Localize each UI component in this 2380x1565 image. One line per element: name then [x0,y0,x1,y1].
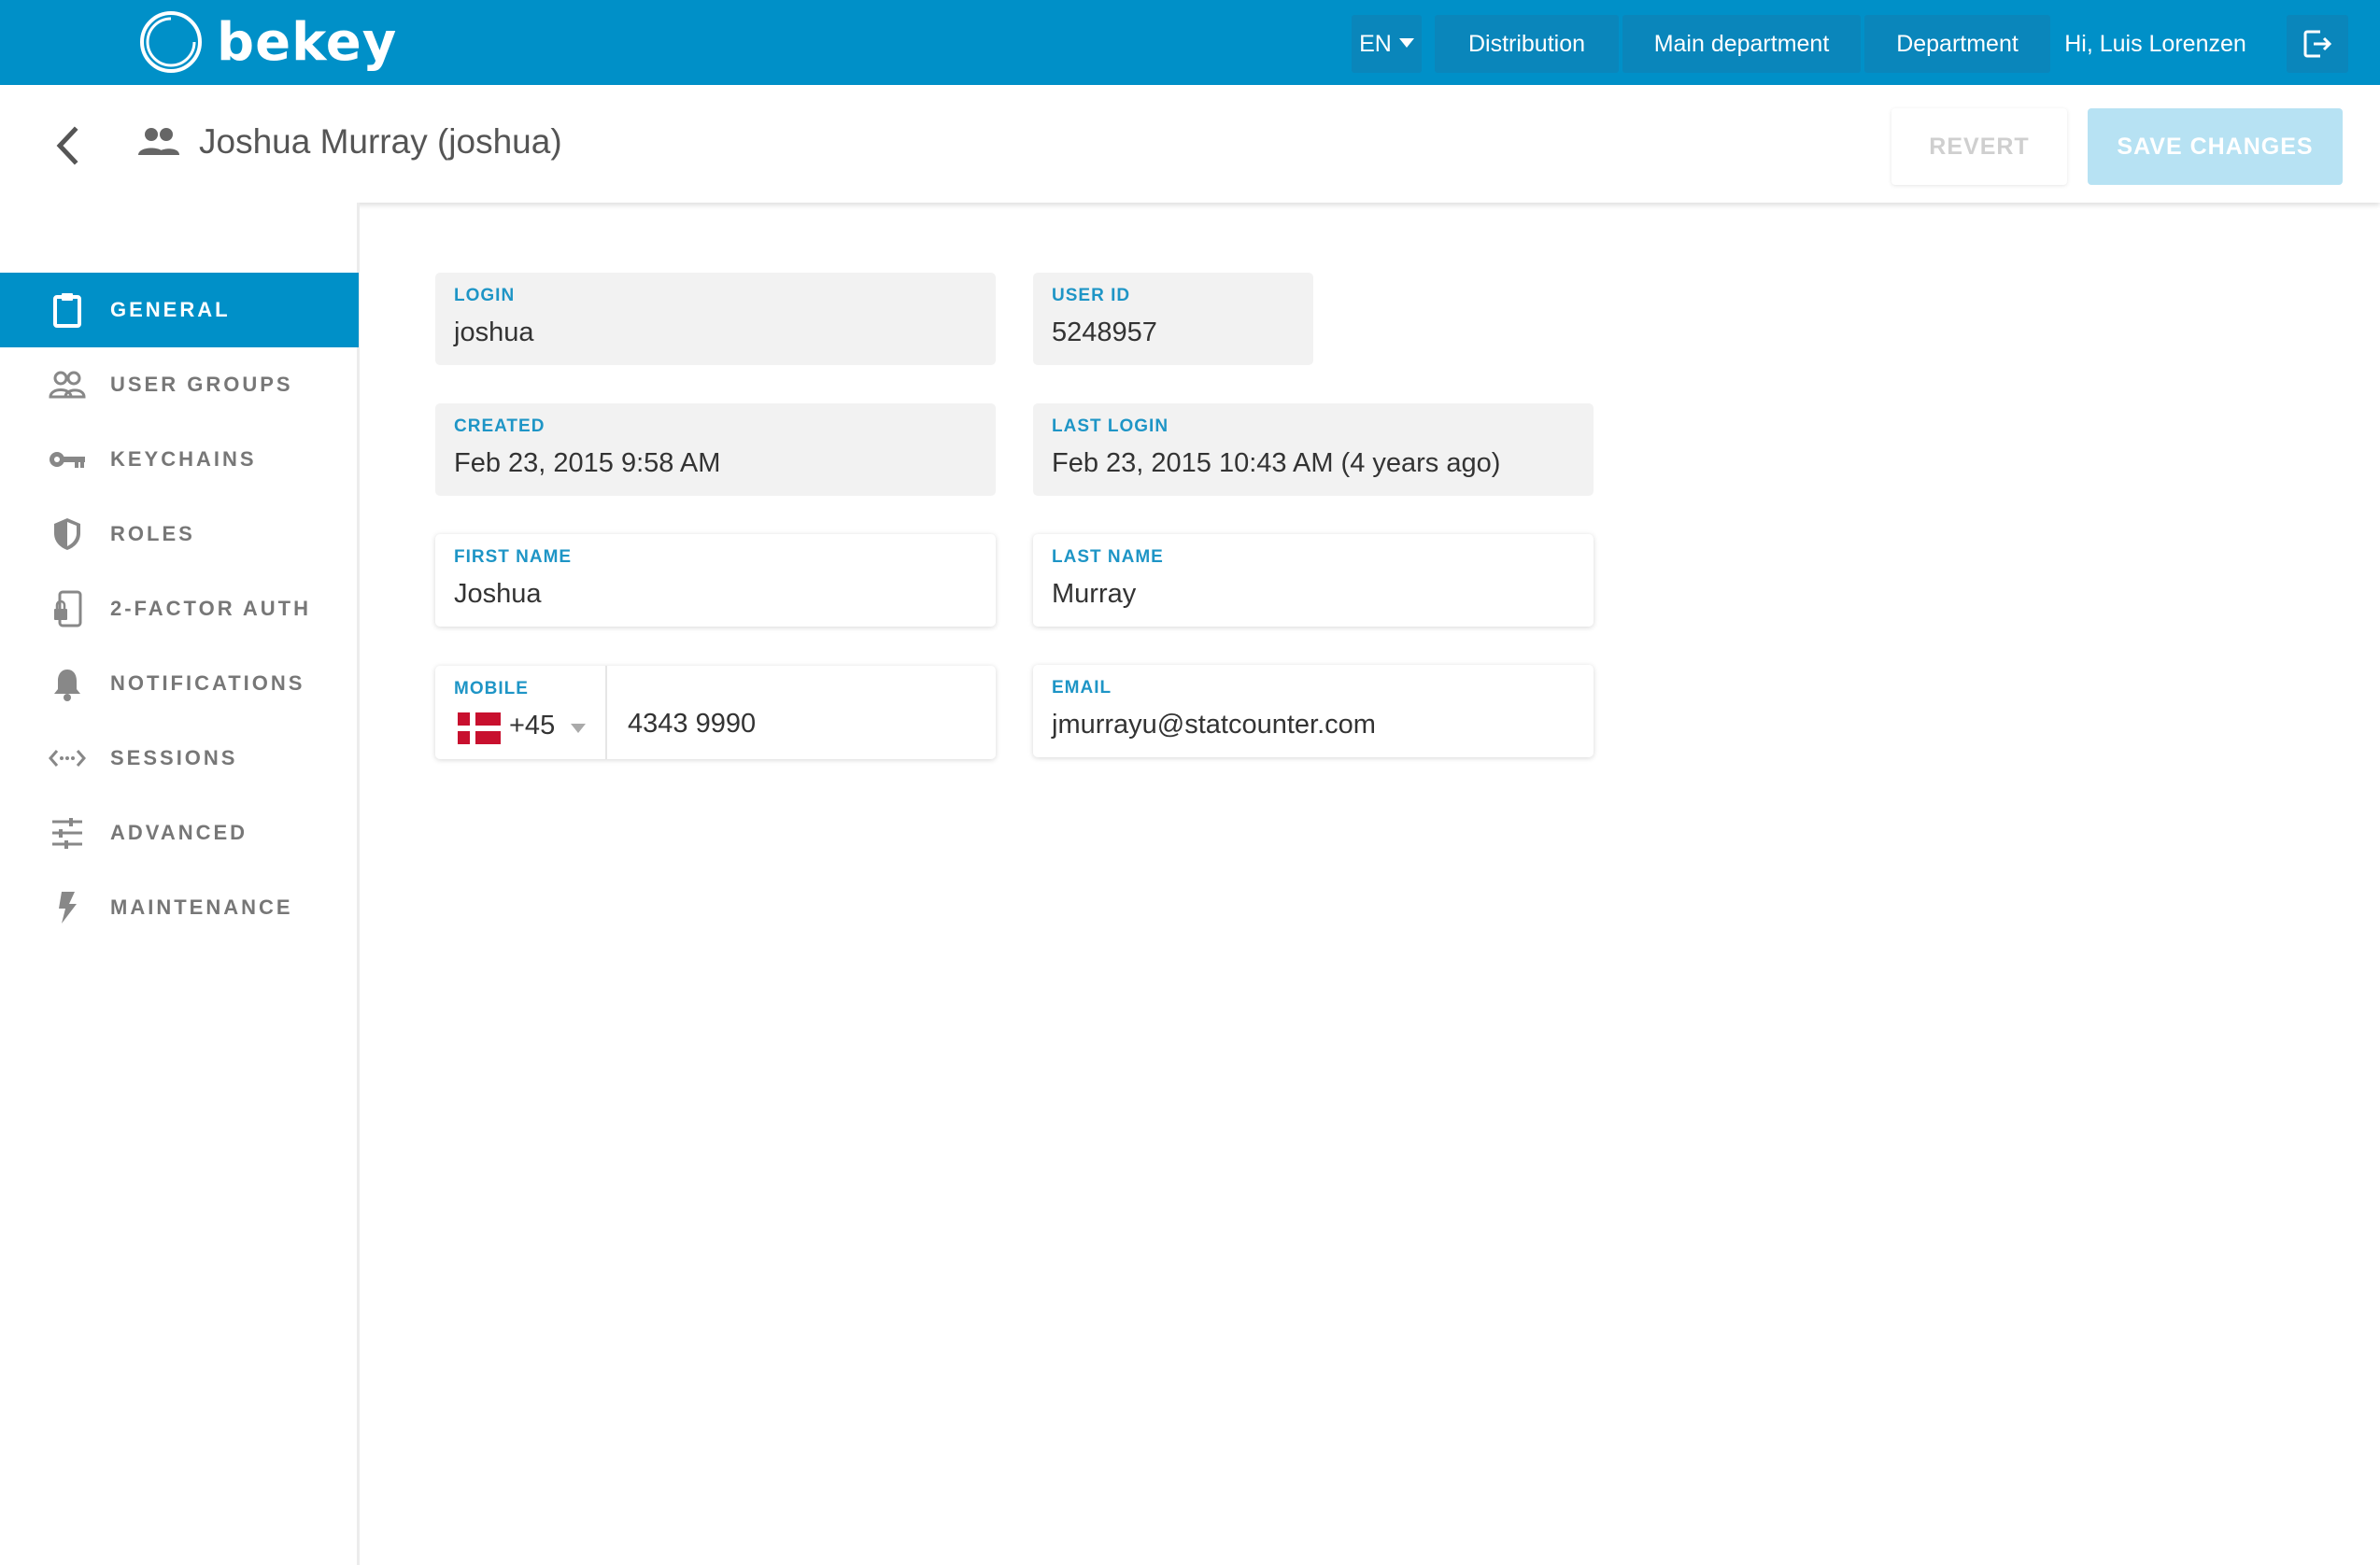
page-title: Joshua Murray (joshua) [199,122,562,161]
user-greeting[interactable]: Hi, Luis Lorenzen [2055,15,2256,73]
sidebar-item-keychains[interactable]: KEYCHAINS [0,422,359,497]
field-label: LAST NAME [1052,547,1164,567]
chevron-left-icon [56,126,78,165]
nav-department[interactable]: Department [1864,15,2050,73]
shield-icon [49,515,86,553]
created-field: CREATED Feb 23, 2015 9:58 AM [435,403,996,496]
phone-lock-icon [49,590,86,627]
sidebar-item-label: USER GROUPS [110,373,293,396]
field-label: CREATED [454,416,545,436]
logo-text: bekey [217,11,398,73]
sidebar-item-maintenance[interactable]: MAINTENANCE [0,870,359,945]
user-id-field: USER ID 5248957 [1033,273,1313,365]
clipboard-icon [49,291,86,329]
people-icon [49,366,86,403]
denmark-flag-icon [458,712,501,744]
sidebar-item-notifications[interactable]: NOTIFICATIONS [0,646,359,721]
code-dots-icon [49,740,86,777]
sidebar-item-sessions[interactable]: SESSIONS [0,721,359,796]
logout-icon [2303,30,2332,58]
language-label: EN [1359,30,1392,57]
first-name-input[interactable]: Joshua [454,579,977,610]
dial-code: +45 [509,711,556,740]
last-login-value: Feb 23, 2015 10:43 AM (4 years ago) [1052,448,1501,478]
field-label: USER ID [1052,286,1131,305]
sidebar-item-label: NOTIFICATIONS [110,671,305,695]
mobile-number-input[interactable]: 4343 9990 [628,709,756,740]
field-label: LAST LOGIN [1052,416,1169,436]
page-header: Joshua Murray (joshua) REVERT SAVE CHANG… [0,85,2380,203]
last-name-field[interactable]: LAST NAME Murray [1033,534,1594,627]
login-value: joshua [454,317,534,347]
sidebar-item-label: SESSIONS [110,746,238,769]
mobile-field: MOBILE +45 4343 9990 [435,666,996,759]
created-value: Feb 23, 2015 9:58 AM [454,448,721,478]
key-icon [49,441,86,478]
sidebar-item-label: GENERAL [110,298,231,321]
back-button[interactable] [49,122,86,169]
sidebar: GENERAL USER GROUPS KEYCHAINS ROLES 2-FA… [0,203,360,1565]
field-label: MOBILE [454,679,529,698]
users-icon [136,125,181,162]
sidebar-item-label: 2-FACTOR AUTH [110,597,311,620]
caret-down-icon [1398,38,1414,48]
sidebar-item-label: ADVANCED [110,821,248,844]
top-navigation-bar: bekey EN Distribution Main department De… [0,0,2380,85]
login-field: LOGIN joshua [435,273,996,365]
sidebar-item-label: ROLES [110,522,195,545]
sidebar-item-2-factor-auth[interactable]: 2-FACTOR AUTH [0,571,359,646]
bell-icon [49,665,86,702]
caret-down-icon [571,724,586,733]
logo-ring-icon [140,11,202,73]
last-login-field: LAST LOGIN Feb 23, 2015 10:43 AM (4 year… [1033,403,1594,496]
field-label: EMAIL [1052,678,1112,698]
revert-button[interactable]: REVERT [1891,108,2067,185]
sidebar-item-general[interactable]: GENERAL [0,273,359,347]
sidebar-item-user-groups[interactable]: USER GROUPS [0,347,359,422]
lightning-icon [49,889,86,926]
email-field[interactable]: EMAIL jmurrayu@statcounter.com [1033,665,1594,757]
sidebar-item-label: KEYCHAINS [110,447,257,471]
country-code-selector[interactable]: MOBILE +45 [435,666,607,759]
sliders-icon [49,814,86,852]
sidebar-item-roles[interactable]: ROLES [0,497,359,571]
bekey-logo[interactable]: bekey [138,9,397,75]
save-changes-button[interactable]: SAVE CHANGES [2088,108,2343,185]
sidebar-item-label: MAINTENANCE [110,895,293,919]
sidebar-item-advanced[interactable]: ADVANCED [0,796,359,870]
nav-distribution[interactable]: Distribution [1435,15,1619,73]
field-label: FIRST NAME [454,547,573,567]
email-input[interactable]: jmurrayu@statcounter.com [1052,710,1575,740]
user-id-value: 5248957 [1052,317,1157,347]
last-name-input[interactable]: Murray [1052,579,1575,610]
logout-button[interactable] [2287,15,2348,73]
nav-main-department[interactable]: Main department [1622,15,1861,73]
field-label: LOGIN [454,286,516,305]
first-name-field[interactable]: FIRST NAME Joshua [435,534,996,627]
language-selector[interactable]: EN [1352,15,1422,73]
